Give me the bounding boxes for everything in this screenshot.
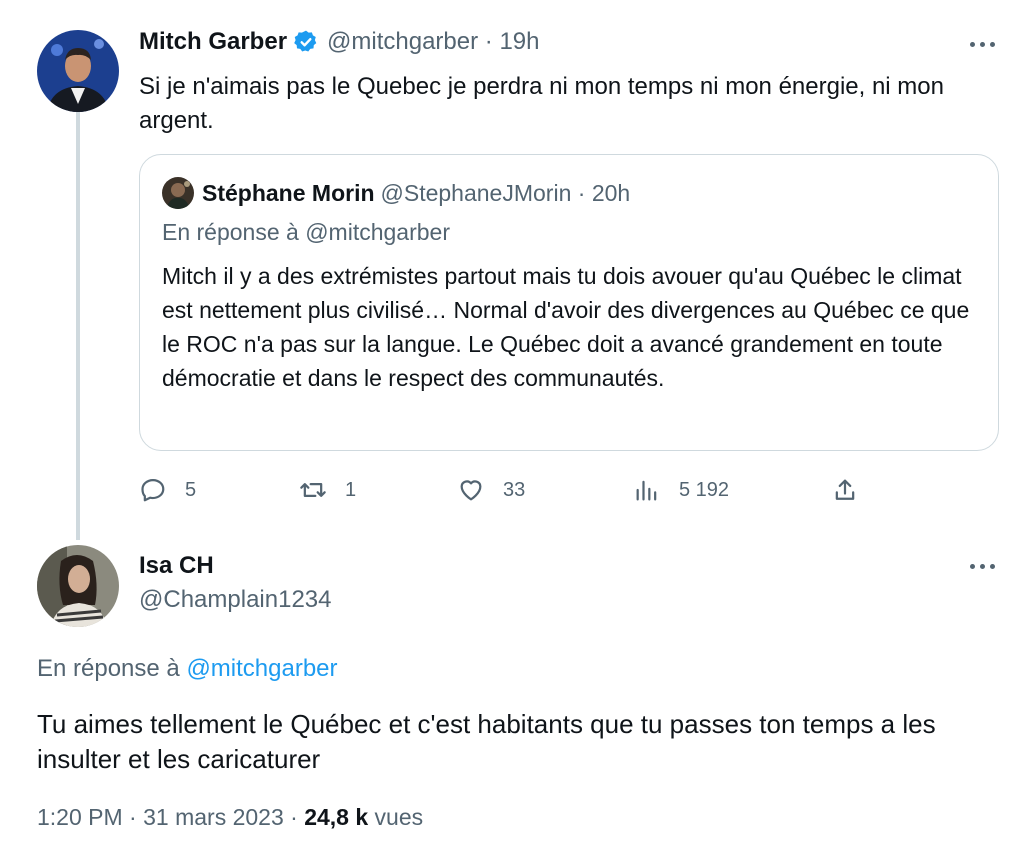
tweet2-views-count: 24,8 k	[304, 804, 369, 830]
reply-count: 5	[185, 478, 197, 501]
views-button[interactable]: 5 192	[633, 470, 729, 510]
reply-icon	[141, 478, 165, 502]
quote-header: Stéphane Morin @StephaneJMorin · 20h	[162, 177, 630, 209]
retweet-icon	[300, 483, 326, 497]
quote-reply-to: En réponse à @mitchgarber	[162, 219, 450, 245]
more-icon[interactable]	[970, 40, 1000, 50]
tweet2-views-label: vues	[368, 804, 424, 830]
tweet2-text: Tu aimes tellement le Québec et c'est ha…	[37, 709, 936, 774]
views-count: 5 192	[679, 478, 730, 501]
share-button[interactable]	[831, 470, 877, 510]
tweet2-author-name[interactable]: Isa CH	[139, 552, 214, 580]
quote-handle: @StephaneJMorin	[380, 179, 572, 206]
avatar-isa-ch[interactable]	[37, 545, 119, 627]
like-button[interactable]: 33	[457, 470, 525, 510]
reply-prefix: En réponse à	[37, 655, 187, 682]
quote-separator: ·	[571, 179, 592, 206]
tweet1-time[interactable]: 19h	[499, 28, 539, 56]
more-icon[interactable]	[970, 562, 1000, 572]
tweet1-separator: ·	[478, 28, 500, 55]
reply-mention-link[interactable]: @mitchgarber	[186, 655, 337, 682]
share-icon	[835, 479, 855, 500]
quoted-tweet-card[interactable]: Stéphane Morin @StephaneJMorin · 20h En …	[139, 154, 999, 451]
avatar-mitch-garber[interactable]	[37, 30, 119, 112]
tweet1-handle[interactable]: @mitchgarber	[327, 28, 478, 56]
like-count: 33	[503, 478, 526, 501]
tweet1-text: Si je n'aimais pas le Quebec je perdra n…	[139, 73, 944, 134]
retweet-count: 1	[345, 478, 357, 501]
meta-separator: ·	[283, 804, 305, 830]
quote-time: 20h	[591, 179, 631, 206]
tweet2-time[interactable]: 1:20 PM	[37, 804, 123, 830]
meta-separator: ·	[122, 804, 144, 830]
tweet1-action-bar: 5 1 33 5 192	[139, 470, 879, 510]
avatar-stephane-morin	[162, 177, 194, 209]
thread-connector-line	[76, 112, 80, 540]
tweet2-date[interactable]: 31 mars 2023	[143, 804, 284, 830]
quote-text: Mitch il y a des extrémistes partout mai…	[162, 263, 970, 391]
tweet1-header: Mitch Garber @mitchgarber · 19h	[139, 28, 539, 56]
tweet1-author-name[interactable]: Mitch Garber	[139, 28, 287, 56]
tweet2-meta: 1:20 PM · 31 mars 2023 · 24,8 k vues	[37, 804, 423, 831]
tweet2-handle[interactable]: @Champlain1234	[139, 586, 331, 614]
views-icon	[636, 480, 657, 501]
tweet2-reply-to: En réponse à @mitchgarber	[37, 655, 338, 683]
retweet-button[interactable]: 1	[299, 470, 356, 510]
verified-badge-icon	[293, 29, 319, 55]
like-icon	[460, 480, 482, 501]
quote-author-name: Stéphane Morin	[202, 179, 375, 206]
reply-button[interactable]: 5	[139, 470, 196, 510]
